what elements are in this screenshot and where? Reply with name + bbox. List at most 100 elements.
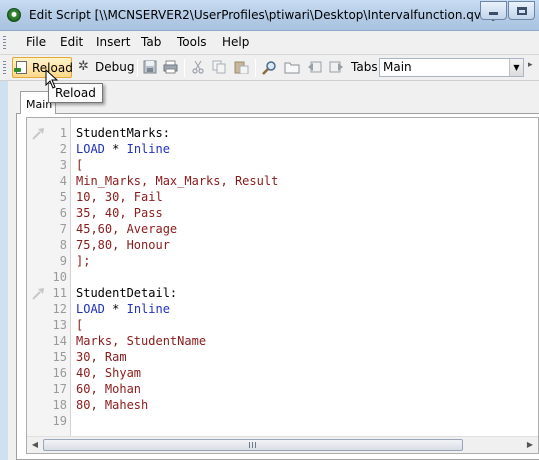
scroll-right-icon[interactable]: ▶ [525, 440, 535, 450]
menu-tab[interactable]: Tab [141, 35, 161, 49]
open-folder-icon[interactable] [284, 59, 300, 75]
code-line[interactable]: 16 40, Shyam [27, 366, 538, 382]
code-line[interactable]: 13 [ [27, 318, 538, 334]
script-editor[interactable]: 1 StudentMarks: 2 LOAD * Inline 3[4 Min_Marks… [26, 117, 539, 454]
code-line[interactable]: 19 [27, 414, 538, 430]
tabs-dropdown[interactable]: Main ▼ [379, 58, 524, 77]
code-line[interactable]: 17 60, Mohan [27, 382, 538, 398]
line-number: 6 [59, 206, 67, 220]
debug-label: Debug [95, 60, 135, 74]
window-controls [480, 1, 539, 21]
line-number: 2 [59, 142, 67, 156]
minimize-button[interactable] [480, 1, 507, 20]
line-number: 16 [52, 366, 67, 380]
menu-insert[interactable]: Insert [96, 35, 130, 49]
cut-icon[interactable] [190, 59, 206, 75]
code-text: LOAD * Inline [76, 302, 170, 316]
code-text: 30, Ram [76, 350, 127, 364]
line-number: 7 [59, 222, 67, 236]
maximize-icon [516, 6, 527, 15]
code-line[interactable]: 18 80, Mahesh [27, 398, 538, 414]
print-icon[interactable] [162, 59, 178, 75]
code-text: Marks, StudentName [76, 334, 207, 348]
tabs-label: Tabs [351, 60, 378, 74]
menu-tools[interactable]: Tools [177, 35, 207, 49]
scrollbar-grip-icon [249, 442, 258, 448]
code-text: [ [76, 158, 84, 172]
line-number: 4 [59, 174, 67, 188]
forward-icon[interactable] [328, 59, 344, 75]
line-number: 15 [52, 350, 67, 364]
code-text: StudentDetail: [76, 286, 178, 300]
code-text: [ [76, 318, 84, 332]
code-line[interactable]: 3[ [27, 158, 538, 174]
line-number: 12 [52, 302, 67, 316]
scroll-left-icon[interactable]: ◀ [30, 440, 40, 450]
debug-button[interactable]: ✲ Debug [77, 57, 135, 78]
script-content-area: Main 1 StudentMarks: 2 LOAD * Inline 3[4 Min_… [8, 81, 539, 460]
toolbar-separator [184, 59, 185, 77]
code-text: LOAD * Inline [76, 142, 170, 156]
search-icon[interactable] [261, 59, 277, 75]
copy-icon[interactable] [211, 59, 227, 75]
code-text: 80, Mahesh [76, 398, 149, 412]
line-number: 13 [52, 318, 67, 332]
menu-help[interactable]: Help [222, 35, 249, 49]
toolbar-overflow-icon[interactable]: ▸ [528, 60, 539, 76]
chevron-down-icon[interactable]: ▼ [509, 59, 523, 76]
code-line[interactable]: 2 LOAD * Inline [27, 142, 538, 158]
reload-icon [14, 61, 27, 74]
title-bar[interactable]: Edit Script [\\MCNSERVER2\UserProfiles\p… [0, 0, 539, 31]
line-number: 10 [52, 270, 67, 284]
menu-bar: File Edit Insert Tab Tools Help [0, 31, 539, 55]
line-number: 3 [59, 158, 67, 172]
reload-button[interactable]: Reload [12, 57, 73, 78]
save-icon[interactable] [142, 59, 158, 75]
back-icon[interactable] [306, 59, 322, 75]
tabs-dropdown-value: Main [383, 60, 412, 74]
menubar-grip[interactable] [3, 36, 6, 50]
code-line[interactable]: 7 45,60, Average [27, 222, 538, 238]
code-line[interactable]: 5 10, 30, Fail [27, 190, 538, 206]
scrollbar-thumb[interactable] [43, 439, 463, 451]
qlikview-app-icon [7, 8, 21, 22]
code-line[interactable]: 11 StudentDetail: [27, 286, 538, 302]
window-title: Edit Script [\\MCNSERVER2\UserProfiles\p… [29, 8, 496, 22]
menu-edit[interactable]: Edit [60, 35, 83, 49]
menu-file[interactable]: File [26, 35, 46, 49]
line-number: 18 [52, 398, 67, 412]
line-number: 19 [52, 414, 67, 428]
code-line[interactable]: 6 35, 40, Pass [27, 206, 538, 222]
code-line[interactable]: 14 Marks, StudentName [27, 334, 538, 350]
code-line[interactable]: 10 [27, 270, 538, 286]
line-number: 9 [59, 254, 67, 268]
line-number: 14 [52, 334, 67, 348]
code-line[interactable]: 12 LOAD * Inline [27, 302, 538, 318]
code-text: 45,60, Average [76, 222, 178, 236]
code-text: ]; [76, 254, 91, 268]
mouse-cursor-icon [45, 69, 59, 89]
code-line[interactable]: 4 Min_Marks, Max_Marks, Result [27, 174, 538, 190]
paste-icon[interactable] [233, 59, 249, 75]
minimize-icon [489, 12, 498, 15]
debug-bug-icon: ✲ [78, 59, 89, 74]
maximize-button[interactable] [508, 1, 535, 20]
horizontal-scrollbar[interactable]: ◀ ▶ [27, 436, 538, 453]
code-text: Min_Marks, Max_Marks, Result [76, 174, 279, 188]
code-text: 75,80, Honour [76, 238, 170, 252]
line-number: 8 [59, 238, 67, 252]
toolbar-separator [255, 59, 256, 77]
code-text: 40, Shyam [76, 366, 142, 380]
code-text: 35, 40, Pass [76, 206, 163, 220]
code-line[interactable]: 9]; [27, 254, 538, 270]
code-text: 60, Mohan [76, 382, 142, 396]
code-line[interactable]: 8 75,80, Honour [27, 238, 538, 254]
code-text: 10, 30, Fail [76, 190, 163, 204]
toolbar-separator [137, 59, 138, 77]
code-line[interactable]: 1 StudentMarks: [27, 126, 538, 142]
line-number: 17 [52, 382, 67, 396]
toolbar-grip[interactable] [3, 61, 6, 76]
code-line[interactable]: 15 30, Ram [27, 350, 538, 366]
tab-marker-icon [32, 128, 44, 140]
code-text: StudentMarks: [76, 126, 170, 140]
